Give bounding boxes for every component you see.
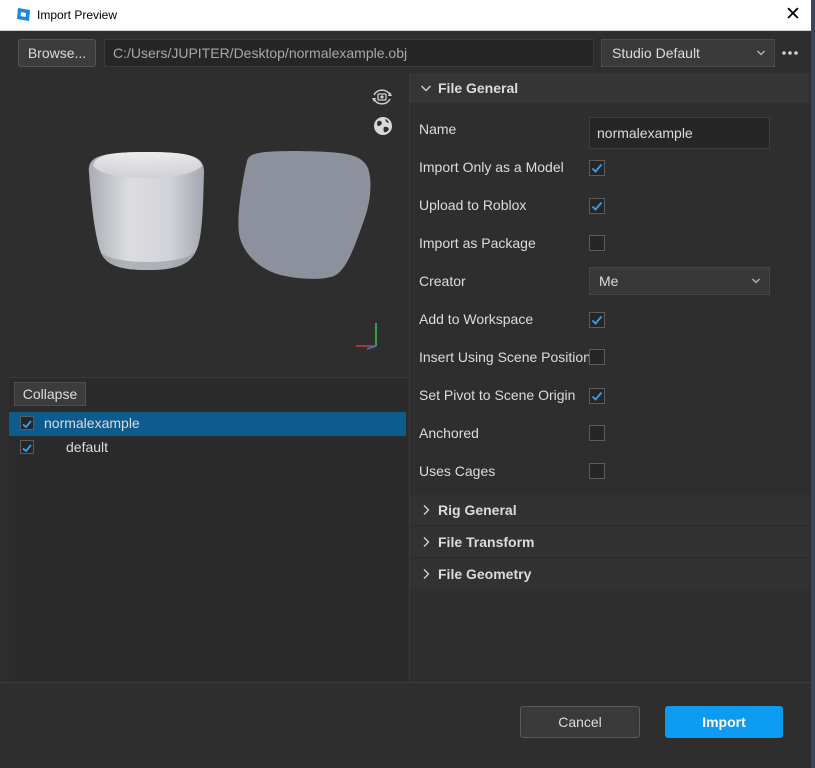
import-as-package-checkbox[interactable] xyxy=(589,235,605,251)
cancel-button[interactable]: Cancel xyxy=(520,706,640,738)
anchored-label: Anchored xyxy=(419,425,479,441)
checkmark-icon xyxy=(591,201,603,211)
creator-dropdown[interactable]: Me xyxy=(589,267,770,295)
name-input[interactable]: normalexample xyxy=(589,117,770,149)
mesh-shaded xyxy=(88,152,205,270)
section-title: File Geometry xyxy=(438,566,532,582)
import-button[interactable]: Import xyxy=(665,706,783,738)
close-icon: ✕ xyxy=(785,4,801,25)
model-tree-panel: Collapse normalexample default xyxy=(9,377,408,683)
add-to-workspace-label: Add to Workspace xyxy=(419,311,534,327)
collapse-button[interactable]: Collapse xyxy=(14,382,86,406)
checkmark-icon xyxy=(591,391,603,401)
file-path-field[interactable]: C:/Users/JUPITER/Desktop/normalexample.o… xyxy=(104,39,594,67)
section-title: Rig General xyxy=(438,502,517,518)
chevron-right-icon xyxy=(423,569,430,579)
chevron-down-icon xyxy=(757,50,765,56)
section-file-geometry[interactable]: File Geometry xyxy=(410,559,809,589)
roblox-studio-icon xyxy=(17,8,30,21)
uses-cages-checkbox[interactable] xyxy=(589,463,605,479)
add-to-workspace-checkbox[interactable] xyxy=(589,312,605,328)
tree-item-label: normalexample xyxy=(44,415,140,431)
dialog-footer: Cancel Import xyxy=(0,682,811,768)
model-preview-canvas xyxy=(88,151,377,350)
upload-to-roblox-checkbox[interactable] xyxy=(589,198,605,214)
import-as-package-label: Import as Package xyxy=(419,235,536,251)
chevron-down-icon xyxy=(421,85,431,92)
close-button[interactable]: ✕ xyxy=(782,4,804,26)
background-desktop xyxy=(811,0,815,768)
checkmark-icon xyxy=(591,315,603,325)
checkmark-icon xyxy=(591,163,603,173)
browse-button[interactable]: Browse... xyxy=(18,39,96,67)
chevron-down-icon xyxy=(752,278,760,284)
pivot-scene-origin-checkbox[interactable] xyxy=(589,388,605,404)
uses-cages-label: Uses Cages xyxy=(419,463,496,479)
tree-item-default[interactable]: default xyxy=(9,436,406,460)
scene-position-checkbox[interactable] xyxy=(589,349,605,365)
anchored-checkbox[interactable] xyxy=(589,425,605,441)
chevron-right-icon xyxy=(423,505,430,515)
creator-value: Me xyxy=(599,273,619,289)
preset-value: Studio Default xyxy=(612,45,700,61)
window-title: Import Preview xyxy=(37,8,118,22)
section-rig-general[interactable]: Rig General xyxy=(410,495,809,525)
title-bar[interactable]: Import Preview ✕ xyxy=(0,0,811,31)
import-only-model-label: Import Only as a Model xyxy=(419,159,564,175)
section-title: File Transform xyxy=(438,534,535,550)
axis-gizmo-icon xyxy=(356,323,377,350)
tree-item-normalexample[interactable]: normalexample xyxy=(9,412,406,436)
tree-checkbox[interactable] xyxy=(20,440,34,454)
section-file-transform[interactable]: File Transform xyxy=(410,527,809,557)
section-title: File General xyxy=(438,80,519,96)
model-preview-viewport[interactable] xyxy=(9,73,408,377)
chevron-right-icon xyxy=(423,537,430,547)
checkmark-icon xyxy=(22,444,32,453)
upload-to-roblox-label: Upload to Roblox xyxy=(419,197,527,213)
creator-label: Creator xyxy=(419,273,466,289)
import-only-model-checkbox[interactable] xyxy=(589,160,605,176)
checkmark-icon xyxy=(22,420,32,429)
scene-position-label: Insert Using Scene Position xyxy=(419,349,591,365)
properties-panel: File General Name normalexample Import O… xyxy=(409,73,810,682)
more-options-icon[interactable] xyxy=(780,45,800,61)
import-preview-window: Import Preview ✕ Browse... C:/Users/JUPI… xyxy=(0,0,811,768)
toolbar: Browse... C:/Users/JUPITER/Desktop/norma… xyxy=(0,31,811,73)
tree-checkbox[interactable] xyxy=(20,416,34,430)
section-file-general[interactable]: File General xyxy=(410,73,809,103)
pivot-scene-origin-label: Set Pivot to Scene Origin xyxy=(419,387,576,403)
mesh-flat-shadow xyxy=(238,151,371,279)
name-label: Name xyxy=(419,121,457,137)
tree-item-label: default xyxy=(66,439,109,455)
preset-dropdown[interactable]: Studio Default xyxy=(601,39,775,67)
